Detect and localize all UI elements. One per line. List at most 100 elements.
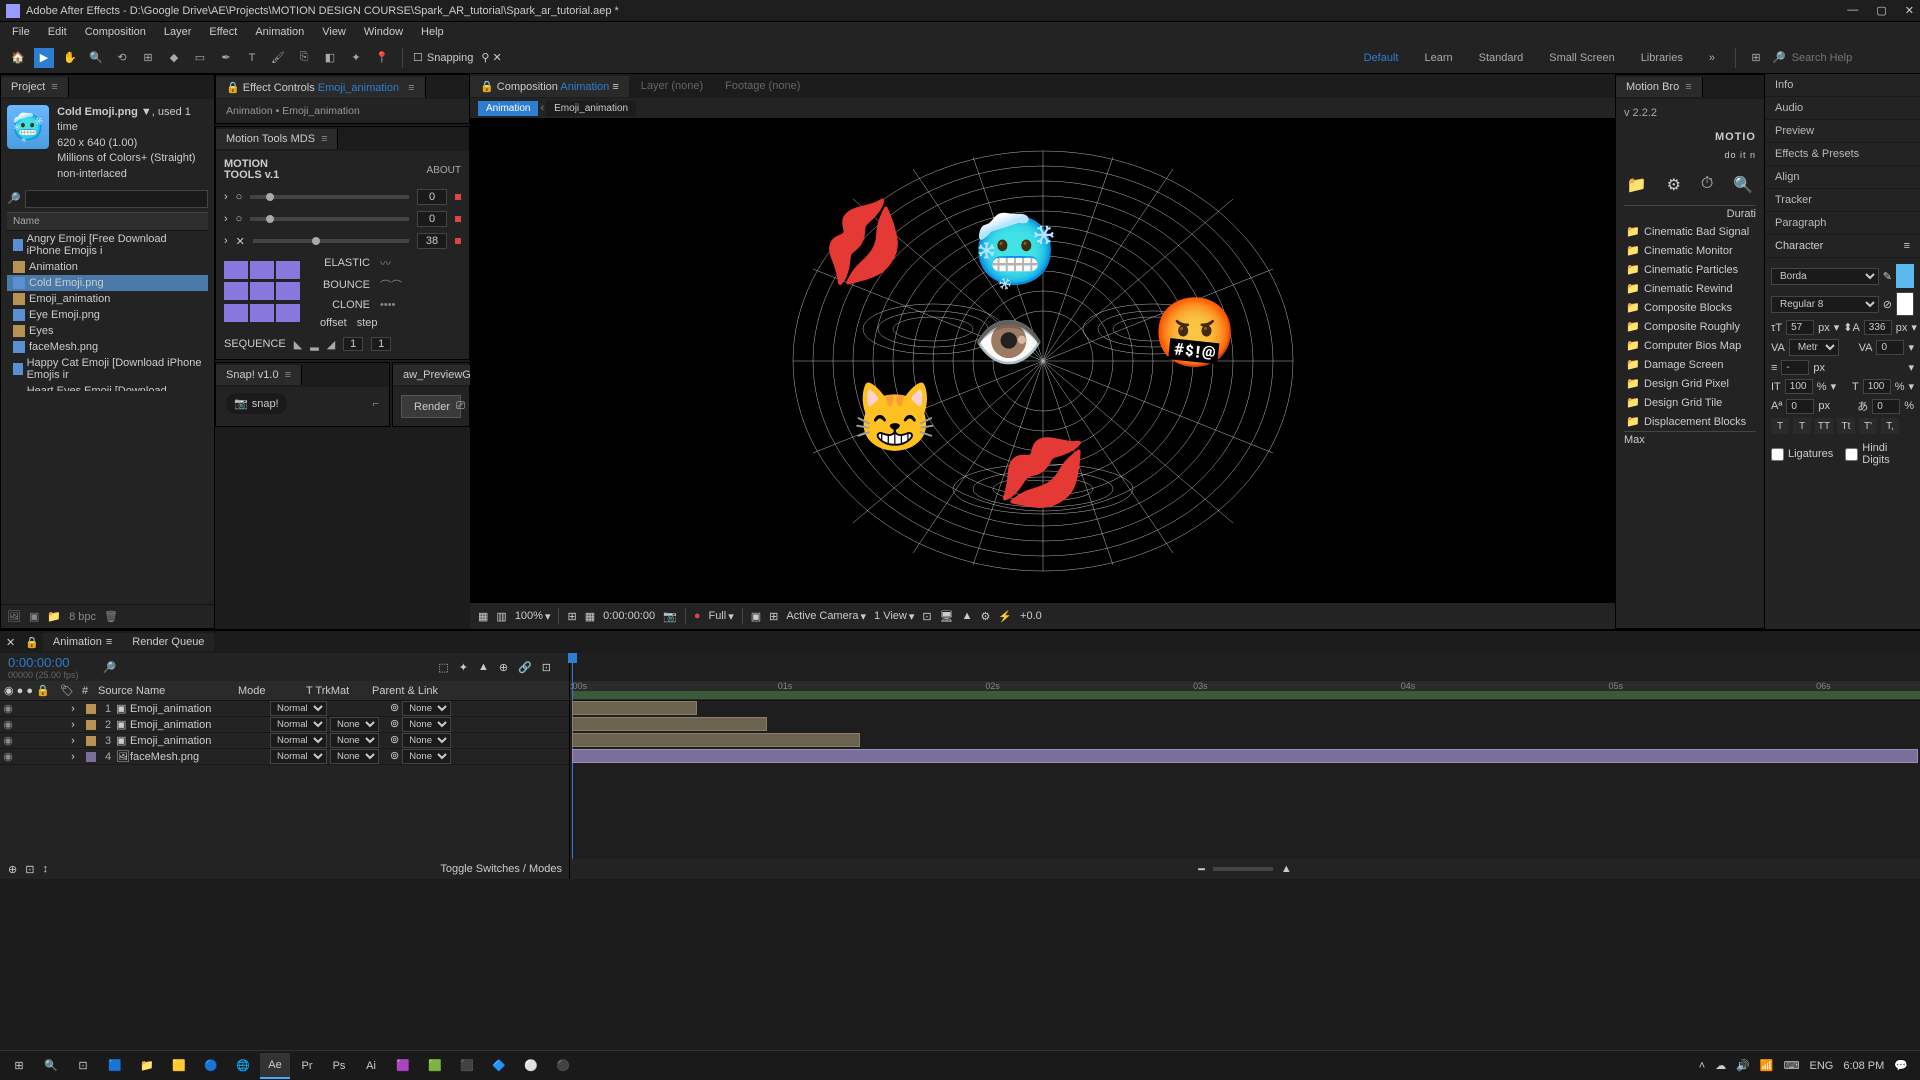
menu-animation[interactable]: Animation bbox=[247, 24, 312, 40]
leading-input[interactable] bbox=[1864, 320, 1892, 335]
taskbar-pr[interactable]: Pr bbox=[292, 1053, 322, 1079]
audio-panel[interactable]: Audio bbox=[1765, 97, 1920, 120]
views-dropdown[interactable]: 1 View ▾ bbox=[874, 610, 914, 623]
snapping-toggle[interactable]: ☐Snapping⚲ ✕ bbox=[413, 51, 502, 64]
timeline-layer[interactable]: ◉›4🖼faceMesh.pngNormalNone⊚ None bbox=[0, 749, 569, 765]
taskbar-app-8[interactable]: ⬛ bbox=[452, 1053, 482, 1079]
preset-item[interactable]: 📁Damage Screen bbox=[1624, 355, 1756, 374]
taskbar-app-6[interactable]: 🟪 bbox=[388, 1053, 418, 1079]
tl-toggle-3[interactable]: ↕ bbox=[42, 863, 48, 875]
interpret-icon[interactable]: 🖼 bbox=[7, 610, 21, 623]
layer-bar[interactable] bbox=[572, 749, 1918, 763]
seq-icon-1[interactable]: ◣ bbox=[294, 338, 302, 351]
trash-icon[interactable]: 🗑 bbox=[104, 610, 118, 623]
timeline-comp-tab[interactable]: Animation≡ bbox=[43, 633, 122, 651]
tracking-input[interactable] bbox=[1876, 340, 1904, 355]
hindi-digits-checkbox[interactable]: Hindi Digits bbox=[1845, 442, 1914, 466]
layer-search-icon[interactable]: 🔎 bbox=[103, 661, 117, 674]
preset-item[interactable]: 📁Composite Roughly bbox=[1624, 317, 1756, 336]
tl-icon-2[interactable]: ✦ bbox=[459, 661, 468, 674]
fill-color[interactable] bbox=[1896, 264, 1914, 288]
view-option-3[interactable]: ▲ bbox=[962, 610, 973, 622]
workspace-small-screen[interactable]: Small Screen bbox=[1539, 50, 1624, 66]
snap-range[interactable]: ⌐ bbox=[373, 398, 379, 410]
tray-wifi-icon[interactable]: 📶 bbox=[1760, 1059, 1774, 1072]
alpha-icon[interactable]: ▦ bbox=[478, 610, 488, 623]
taskbar-app-1[interactable]: 🟦 bbox=[100, 1053, 130, 1079]
toggle-switches-modes[interactable]: Toggle Switches / Modes bbox=[440, 863, 562, 875]
lock-icon[interactable]: 🔒 bbox=[21, 636, 43, 649]
slider-x[interactable]: ›○ 0 bbox=[224, 189, 461, 205]
seq-step-input[interactable] bbox=[371, 337, 391, 351]
menu-layer[interactable]: Layer bbox=[156, 24, 200, 40]
layer-bar[interactable] bbox=[572, 701, 697, 715]
close-tab-icon[interactable]: ✕ bbox=[0, 636, 21, 649]
effects-presets-panel[interactable]: Effects & Presets bbox=[1765, 143, 1920, 166]
style-sub[interactable]: T, bbox=[1881, 418, 1899, 434]
orbit-tool[interactable]: ⟲ bbox=[112, 48, 132, 68]
type-tool[interactable]: T bbox=[242, 48, 262, 68]
taskbar-app-5[interactable]: 🌐 bbox=[228, 1053, 258, 1079]
subtab-animation[interactable]: Animation bbox=[478, 101, 538, 116]
resolution-dropdown[interactable]: Full ▾ bbox=[708, 610, 733, 623]
zoom-in-icon[interactable]: ▲ bbox=[1281, 863, 1292, 875]
taskbar-app-2[interactable]: 📁 bbox=[132, 1053, 162, 1079]
seq-offset-input[interactable] bbox=[343, 337, 363, 351]
slider-y[interactable]: ›○ 0 bbox=[224, 211, 461, 227]
new-folder-icon[interactable]: 📁 bbox=[47, 610, 61, 623]
snap-logo[interactable]: 📷 snap! bbox=[226, 393, 287, 414]
brush-tool[interactable]: 🖌 bbox=[268, 48, 288, 68]
minimize-button[interactable]: — bbox=[1847, 4, 1858, 17]
workspace-more[interactable]: » bbox=[1699, 50, 1725, 66]
view-option-2[interactable]: 🖥 bbox=[940, 610, 954, 623]
taskbar-app-9[interactable]: 🔷 bbox=[484, 1053, 514, 1079]
project-item[interactable]: Animation bbox=[7, 259, 208, 275]
zoom-tool[interactable]: 🔍 bbox=[86, 48, 106, 68]
effect-controls-tab[interactable]: 🔒 Effect Controls Emoji_animation ≡ bbox=[216, 77, 426, 98]
transparency-icon[interactable]: ▦ bbox=[585, 610, 595, 623]
about-button[interactable]: ABOUT bbox=[427, 165, 461, 176]
current-time[interactable]: 0:00:00:00 bbox=[8, 655, 79, 670]
workspace-libraries[interactable]: Libraries bbox=[1631, 50, 1693, 66]
seq-icon-3[interactable]: ◢ bbox=[327, 338, 335, 351]
tray-keyboard-icon[interactable]: ⌨ bbox=[1784, 1059, 1800, 1072]
channel-icon[interactable]: ● bbox=[694, 610, 701, 622]
grid-icon[interactable]: ⊞ bbox=[769, 610, 778, 623]
font-size-input[interactable] bbox=[1786, 320, 1814, 335]
project-items-list[interactable]: Angry Emoji [Free Download iPhone Emojis… bbox=[7, 231, 208, 391]
taskbar-ai[interactable]: Ai bbox=[356, 1053, 386, 1079]
preset-item[interactable]: 📁Cinematic Rewind bbox=[1624, 279, 1756, 298]
taskbar-ps[interactable]: Ps bbox=[324, 1053, 354, 1079]
lock-icon[interactable]: 🔒 bbox=[480, 81, 494, 93]
baseline-input[interactable] bbox=[1786, 399, 1814, 414]
workspace-default[interactable]: Default bbox=[1354, 50, 1409, 66]
menu-effect[interactable]: Effect bbox=[201, 24, 245, 40]
mask-icon[interactable]: ▥ bbox=[496, 610, 506, 623]
footage-tab[interactable]: Footage (none) bbox=[715, 76, 810, 96]
zoom-dropdown[interactable]: 100% ▾ bbox=[515, 610, 551, 623]
exposure[interactable]: +0.0 bbox=[1020, 610, 1042, 622]
preview-panel[interactable]: Preview bbox=[1765, 120, 1920, 143]
stroke-color[interactable] bbox=[1896, 292, 1914, 316]
zoom-slider[interactable] bbox=[1213, 867, 1273, 871]
composition-viewer[interactable]: 💋 🥶 🤬 👁️ 😸 💋 bbox=[470, 118, 1615, 603]
preset-item[interactable]: 📁Cinematic Bad Signal bbox=[1624, 222, 1756, 241]
preset-item[interactable]: 📁Computer Bios Map bbox=[1624, 336, 1756, 355]
hscale-input[interactable] bbox=[1863, 379, 1891, 394]
start-button[interactable]: ⊞ bbox=[4, 1053, 34, 1079]
selection-tool[interactable]: ▶ bbox=[34, 48, 54, 68]
project-item[interactable]: Eyes bbox=[7, 323, 208, 339]
workspace-grid-icon[interactable]: ⊞ bbox=[1746, 48, 1766, 68]
taskbar-ae[interactable]: Ae bbox=[260, 1053, 290, 1079]
home-tool[interactable]: 🏠 bbox=[8, 48, 28, 68]
tray-notifications-icon[interactable]: 💬 bbox=[1894, 1059, 1908, 1072]
settings-icon[interactable]: ⚙ bbox=[1667, 175, 1681, 195]
timeline-layer[interactable]: ◉›1▣Emoji_animationNormal⊚ None bbox=[0, 701, 569, 717]
close-button[interactable]: ✕ bbox=[1905, 4, 1914, 17]
style-bold[interactable]: T bbox=[1771, 418, 1789, 434]
roi-icon[interactable]: ▣ bbox=[751, 610, 761, 623]
render-button[interactable]: Render ⎚ bbox=[401, 395, 461, 418]
tl-toggle-2[interactable]: ⊡ bbox=[25, 863, 34, 876]
subtab-emoji-animation[interactable]: Emoji_animation bbox=[546, 101, 636, 116]
tl-icon-1[interactable]: ⬚ bbox=[438, 661, 448, 674]
